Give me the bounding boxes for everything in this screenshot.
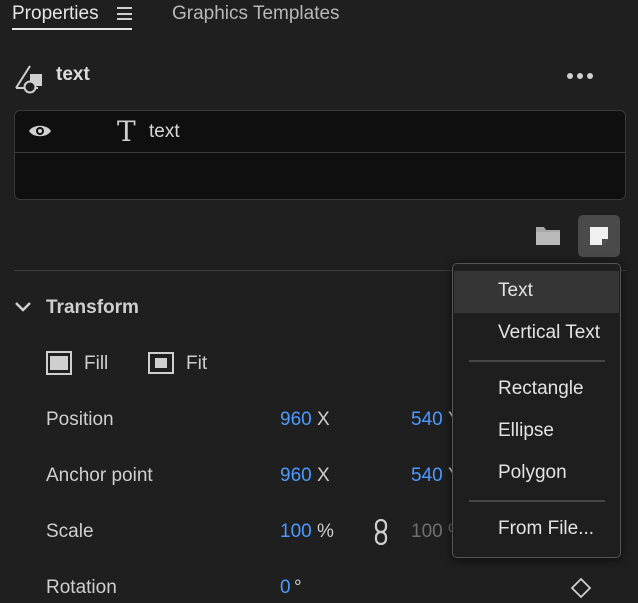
fill-button[interactable]: Fill bbox=[46, 350, 140, 380]
position-x-unit: X bbox=[317, 409, 330, 430]
more-options-icon[interactable] bbox=[566, 72, 594, 80]
fit-button[interactable]: Fit bbox=[148, 350, 228, 380]
menu-item-vertical-text[interactable]: Vertical Text bbox=[454, 313, 619, 355]
rotation-unit: ° bbox=[294, 577, 302, 598]
layer-name[interactable]: text bbox=[149, 121, 180, 143]
anchor-point-label: Anchor point bbox=[46, 465, 153, 486]
position-y-value[interactable]: 540 bbox=[411, 409, 443, 431]
new-layer-icon bbox=[590, 227, 608, 245]
menu-separator bbox=[469, 360, 605, 362]
text-layer-icon: T bbox=[117, 115, 136, 148]
chevron-down-icon[interactable] bbox=[14, 301, 32, 313]
link-icon[interactable] bbox=[373, 519, 389, 545]
menu-item-ellipse[interactable]: Ellipse bbox=[454, 411, 619, 453]
new-layer-button[interactable] bbox=[578, 215, 620, 257]
panel-menu-icon[interactable] bbox=[117, 7, 132, 20]
anchor-y-value[interactable]: 540 bbox=[411, 465, 443, 487]
fill-label: Fill bbox=[84, 353, 109, 374]
layers-list: T text bbox=[14, 110, 626, 200]
clip-name: text bbox=[56, 64, 90, 85]
menu-separator bbox=[469, 500, 605, 502]
new-layer-menu: Text Vertical Text Rectangle Ellipse Pol… bbox=[452, 263, 621, 558]
anchor-x-value[interactable]: 960 bbox=[280, 465, 312, 487]
graphic-shapes-icon bbox=[15, 65, 42, 94]
menu-item-from-file[interactable]: From File... bbox=[454, 509, 619, 551]
transform-section-title[interactable]: Transform bbox=[46, 297, 139, 319]
scale-value[interactable]: 100 bbox=[280, 521, 312, 543]
rotation-value[interactable]: 0 bbox=[280, 577, 291, 599]
menu-item-text[interactable]: Text bbox=[454, 271, 619, 313]
scale-unit: % bbox=[317, 521, 334, 542]
tab-graphics-templates[interactable]: Graphics Templates bbox=[172, 2, 340, 26]
menu-item-polygon[interactable]: Polygon bbox=[454, 453, 619, 495]
keyframe-diamond-icon[interactable] bbox=[570, 577, 592, 599]
menu-item-rectangle[interactable]: Rectangle bbox=[454, 369, 619, 411]
fit-icon bbox=[148, 352, 174, 374]
eye-icon[interactable] bbox=[28, 123, 52, 139]
properties-panel: Properties Graphics Templates text T tex… bbox=[0, 0, 638, 603]
folder-icon[interactable] bbox=[535, 224, 561, 246]
position-label: Position bbox=[46, 409, 114, 430]
tab-properties[interactable]: Properties bbox=[12, 2, 99, 26]
position-x-value[interactable]: 960 bbox=[280, 409, 312, 431]
anchor-x-unit: X bbox=[317, 465, 330, 486]
clip-header: text bbox=[0, 56, 638, 96]
scale-label: Scale bbox=[46, 521, 94, 542]
tab-bar: Properties Graphics Templates bbox=[0, 0, 638, 34]
active-tab-underline bbox=[12, 28, 132, 30]
rotation-label: Rotation bbox=[46, 577, 117, 598]
fit-label: Fit bbox=[186, 353, 208, 374]
layer-row[interactable]: T text bbox=[15, 111, 625, 153]
fill-icon bbox=[46, 351, 72, 375]
